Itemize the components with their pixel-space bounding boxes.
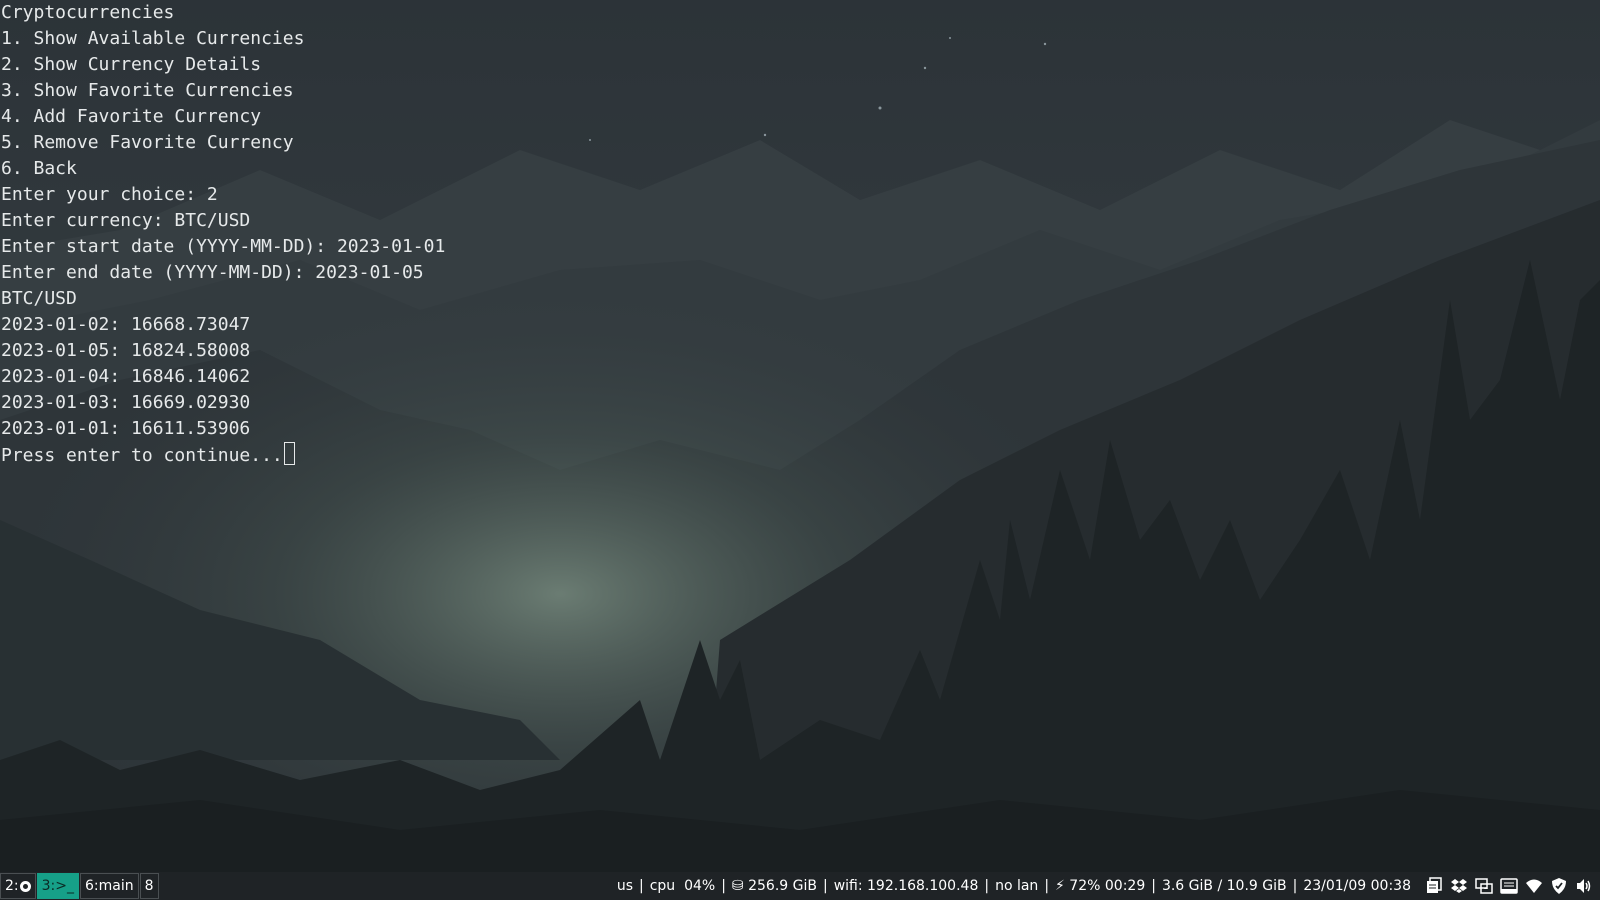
dropbox-icon[interactable] <box>1449 876 1469 896</box>
terminal-window[interactable]: Cryptocurrencies 1. Show Available Curren… <box>0 0 1600 872</box>
terminal-line: 2. Show Currency Details <box>0 52 1600 78</box>
terminal-line-text: 2023-01-01: 16611.53906 <box>1 418 251 439</box>
mail-icon[interactable] <box>1499 876 1519 896</box>
terminal-line-text: Enter currency: BTC/USD <box>1 210 251 231</box>
terminal-line: Enter currency: BTC/USD <box>0 208 1600 234</box>
screen-share-icon[interactable] <box>1474 876 1494 896</box>
status-bar: 2: 3:>_ 6:main 8 us | cpu 04% | ⛁ 256.9 … <box>0 872 1600 900</box>
terminal-line: 1. Show Available Currencies <box>0 26 1600 52</box>
separator: | <box>1151 878 1156 894</box>
system-tray <box>1419 876 1594 896</box>
separator: | <box>822 878 828 894</box>
terminal-line-text: 2023-01-02: 16668.73047 <box>1 314 251 335</box>
terminal-line: 2023-01-02: 16668.73047 <box>0 312 1600 338</box>
separator: | <box>1292 878 1298 894</box>
terminal-line-text: 1. Show Available Currencies <box>1 28 305 49</box>
terminal-line-text: Enter end date (YYYY-MM-DD): 2023-01-05 <box>1 262 424 283</box>
terminal-line-text: 2023-01-05: 16824.58008 <box>1 340 251 361</box>
terminal-line-text: 6. Back <box>1 158 77 179</box>
separator: | <box>639 878 644 894</box>
system-info: us | cpu 04% | ⛁ 256.9 GiB | wifi: 192.1… <box>617 878 1411 894</box>
terminal-line-text: 2023-01-03: 16669.02930 <box>1 392 251 413</box>
terminal-line: Cryptocurrencies <box>0 0 1600 26</box>
terminal-line: 2023-01-05: 16824.58008 <box>0 338 1600 364</box>
terminal-line-text: Enter start date (YYYY-MM-DD): 2023-01-0… <box>1 236 446 257</box>
disk-free: ⛁ 256.9 GiB <box>731 878 817 894</box>
terminal-line: 5. Remove Favorite Currency <box>0 130 1600 156</box>
battery-status: ⚡ 72% 00:29 <box>1055 878 1146 894</box>
volume-icon[interactable] <box>1574 876 1594 896</box>
terminal-line: Enter start date (YYYY-MM-DD): 2023-01-0… <box>0 234 1600 260</box>
terminal-line-text: BTC/USD <box>1 288 77 309</box>
terminal-line-text: 4. Add Favorite Currency <box>1 106 262 127</box>
wifi-status: wifi: 192.168.100.48 <box>833 878 979 894</box>
keyboard-layout: us <box>616 878 633 894</box>
workspace-label: 8 <box>144 878 154 894</box>
workspace-3-active[interactable]: 3:>_ <box>36 873 79 899</box>
terminal-line-text: 2. Show Currency Details <box>1 54 262 75</box>
workspace-2[interactable]: 2: <box>0 873 36 899</box>
text-cursor <box>283 442 295 465</box>
clipboard-icon[interactable] <box>1424 876 1444 896</box>
workspace-label: 3:>_ <box>41 878 74 894</box>
terminal-line-text: 3. Show Favorite Currencies <box>1 80 294 101</box>
workspace-label: 2: <box>5 878 19 894</box>
terminal-line: 2023-01-04: 16846.14062 <box>0 364 1600 390</box>
terminal-line: 6. Back <box>0 156 1600 182</box>
terminal-line: 4. Add Favorite Currency <box>0 104 1600 130</box>
terminal-line: BTC/USD <box>0 286 1600 312</box>
wifi-signal-icon[interactable] <box>1524 876 1544 896</box>
terminal-line-text: Cryptocurrencies <box>1 2 175 23</box>
terminal-line: 2023-01-01: 16611.53906 <box>0 416 1600 442</box>
globe-icon <box>19 880 31 892</box>
terminal-line-text: 5. Remove Favorite Currency <box>1 132 294 153</box>
terminal-line: Enter end date (YYYY-MM-DD): 2023-01-05 <box>0 260 1600 286</box>
terminal-line: 2023-01-03: 16669.02930 <box>0 390 1600 416</box>
separator: | <box>721 878 726 894</box>
separator: | <box>1044 878 1050 894</box>
lan-status: no lan <box>995 878 1039 894</box>
memory-usage: 3.6 GiB / 10.9 GiB <box>1161 878 1287 894</box>
terminal-line: Enter your choice: 2 <box>0 182 1600 208</box>
terminal-line: 3. Show Favorite Currencies <box>0 78 1600 104</box>
workspace-8[interactable]: 8 <box>139 873 159 899</box>
terminal-line-text: Press enter to continue... <box>1 445 283 466</box>
terminal-prompt-line: Press enter to continue... <box>0 442 1600 468</box>
workspace-6-main[interactable]: 6:main <box>79 873 139 899</box>
workspace-label: 6:main <box>84 878 134 894</box>
terminal-line-text: Enter your choice: 2 <box>1 184 218 205</box>
shield-icon[interactable] <box>1549 876 1569 896</box>
terminal-line-text: 2023-01-04: 16846.14062 <box>1 366 251 387</box>
separator: | <box>984 878 990 894</box>
date-time: 23/01/09 00:38 <box>1303 878 1411 894</box>
cpu-usage: cpu 04% <box>649 878 716 894</box>
